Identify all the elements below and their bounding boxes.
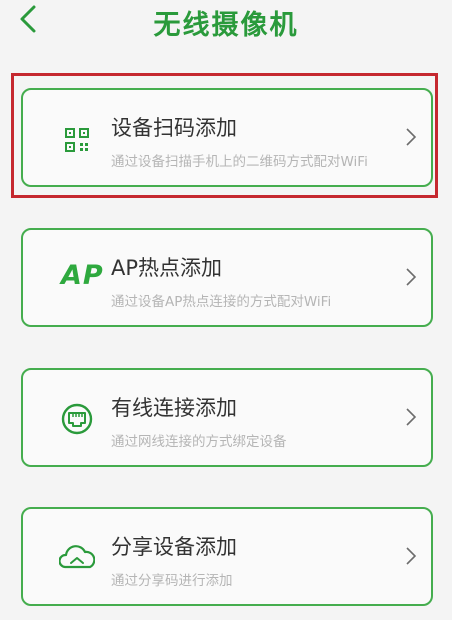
header-bar: 无线摄像机	[0, 0, 452, 52]
qr-code-icon	[63, 126, 91, 154]
option-share[interactable]: 分享设备添加 通过分享码进行添加	[21, 507, 433, 606]
chevron-right-icon	[406, 408, 417, 426]
option-description: 通过分享码进行添加	[111, 573, 233, 589]
option-ap-hotspot[interactable]: AP AP热点添加 通过设备AP热点连接的方式配对WiFi	[21, 228, 433, 327]
ethernet-icon	[61, 403, 93, 435]
option-description: 通过网线连接的方式绑定设备	[111, 434, 287, 450]
chevron-right-icon	[406, 268, 417, 286]
option-label: AP热点添加	[111, 256, 223, 280]
option-description: 通过设备AP热点连接的方式配对WiFi	[111, 294, 332, 310]
page-title: 无线摄像机	[153, 10, 299, 41]
chevron-right-icon	[406, 128, 417, 146]
option-description: 通过设备扫描手机上的二维码方式配对WiFi	[111, 154, 368, 170]
option-label: 设备扫码添加	[111, 116, 237, 140]
ap-icon: AP	[61, 260, 104, 291]
option-label: 有线连接添加	[111, 396, 237, 420]
option-wired[interactable]: 有线连接添加 通过网线连接的方式绑定设备	[21, 368, 433, 467]
chevron-right-icon	[406, 547, 417, 565]
option-label: 分享设备添加	[111, 535, 237, 559]
option-scan-code[interactable]: 设备扫码添加 通过设备扫描手机上的二维码方式配对WiFi	[21, 88, 433, 187]
share-icon	[59, 543, 95, 573]
